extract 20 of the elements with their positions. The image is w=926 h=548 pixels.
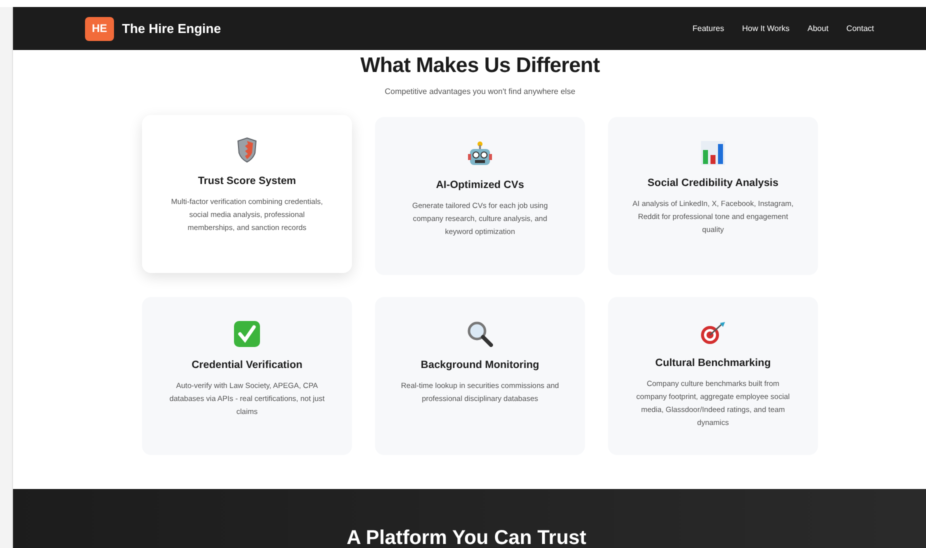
nav-link[interactable]: How It Works [742,24,790,33]
checkmark-icon [234,321,260,347]
nav-link[interactable]: About [808,24,828,33]
brand-name[interactable]: The Hire Engine [122,21,221,36]
section-subtitle: Competitive advantages you won't find anywhere else [384,87,576,96]
card-title: AI-Optimized CVs [436,179,524,191]
card-title: Background Monitoring [420,359,540,371]
card-title: Cultural Benchmarking [655,357,771,369]
card-title: Credential Verification [192,359,302,371]
section-heading: A Platform You Can Trust [346,527,586,548]
robot-icon [467,141,493,167]
nav-link[interactable]: Contact [846,24,874,33]
card-title: Trust Score System [198,175,296,187]
card-title: Social Credibility Analysis [648,177,778,189]
nav-link[interactable]: Features [692,24,724,33]
shield-icon [237,137,257,163]
section-heading: What Makes Us Different [360,54,600,78]
search-icon [467,321,493,347]
dart-target-icon [700,321,726,345]
bar-chart-icon [701,141,725,165]
